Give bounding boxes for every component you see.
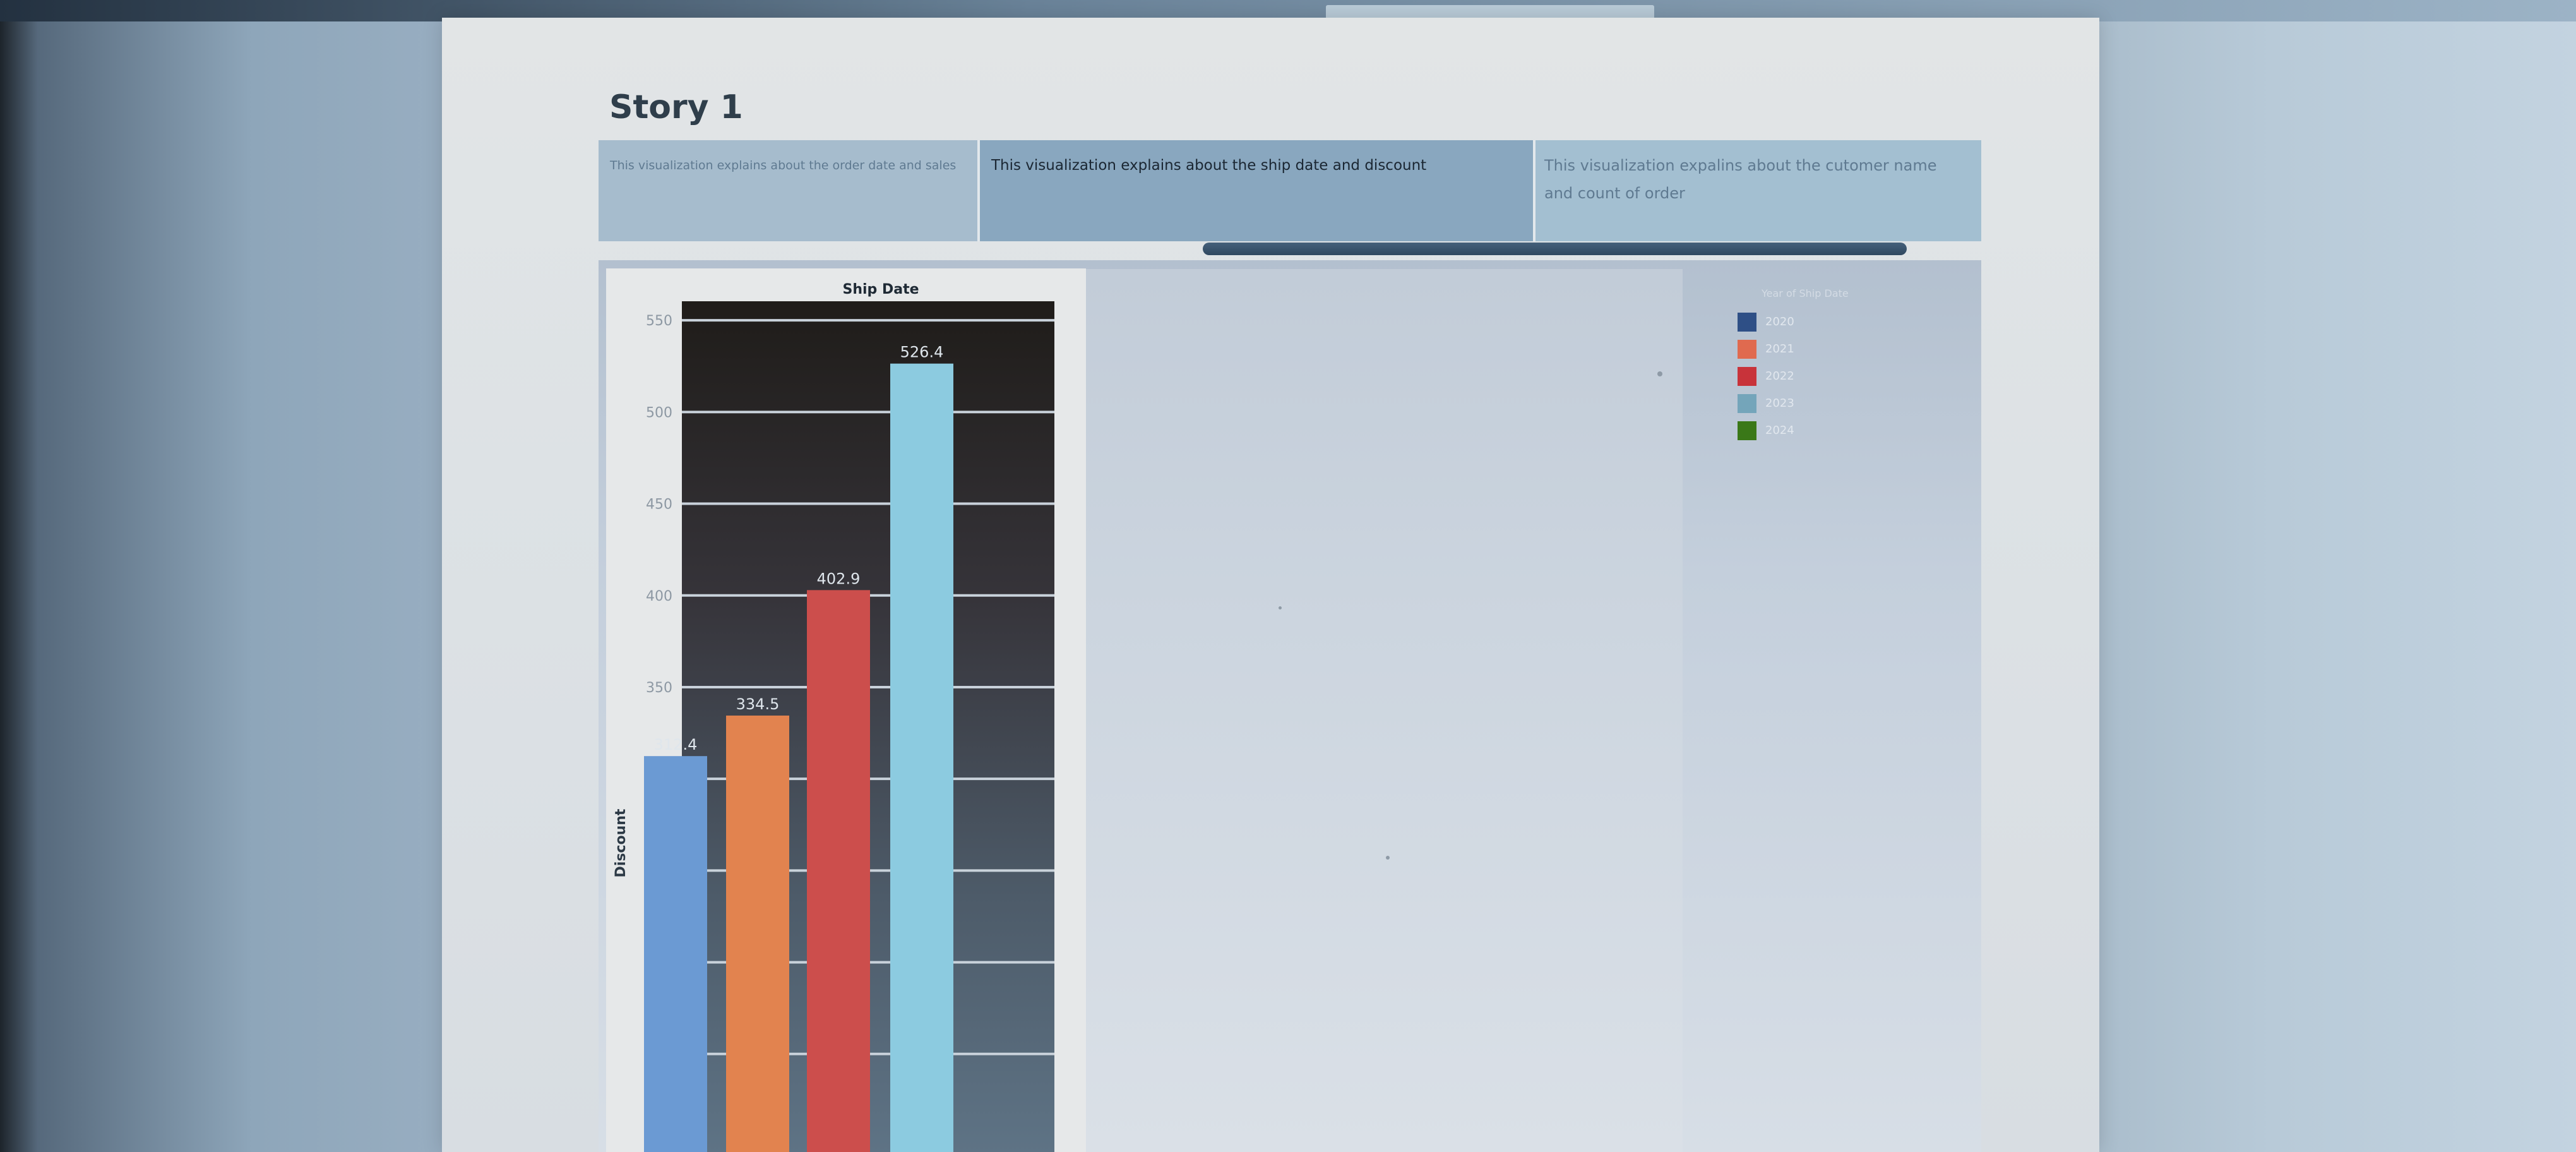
bar[interactable] [807, 590, 870, 1152]
story-point-customer-name[interactable]: This visualization expalins about the cu… [1533, 140, 1981, 241]
legend: Year of Ship Date 2020 2021 2022 2023 2024 [1738, 287, 1889, 452]
bar-data-label: 526.4 [900, 344, 944, 361]
y-tick-label: 500 [646, 405, 672, 421]
top-tab-indicator[interactable] [1326, 5, 1654, 19]
screen-speck [1657, 371, 1662, 376]
toolbar-icons[interactable]: ˜ ˜ ˜ [57, 0, 133, 9]
story-point-order-date[interactable]: This visualization explains about the or… [599, 140, 977, 241]
bar-data-label: 402.9 [817, 570, 861, 587]
legend-item-2020[interactable]: 2020 [1738, 310, 1889, 332]
story-title: Story 1 [609, 88, 743, 126]
story-navigator-scrollbar[interactable] [1203, 243, 1907, 255]
legend-label: 2021 [1765, 342, 1794, 356]
y-tick-label: 550 [646, 313, 672, 329]
screen-speck [1279, 606, 1282, 609]
nav-divider [977, 140, 980, 241]
legend-title: Year of Ship Date [1762, 287, 1849, 299]
screen-speck [1386, 856, 1390, 860]
legend-item-2021[interactable]: 2021 [1738, 337, 1889, 359]
ship-date-chart: Ship Date 150200250300350400450500550 31… [606, 268, 1086, 1152]
bar[interactable] [890, 363, 953, 1152]
bar-chart: Ship Date 150200250300350400450500550 31… [613, 282, 1054, 1152]
story-navigator: This visualization explains about the or… [599, 140, 1981, 241]
y-tick-label: 400 [646, 589, 672, 604]
legend-label: 2020 [1765, 315, 1794, 328]
bar[interactable] [726, 715, 789, 1152]
y-axis-label: Discount [613, 808, 629, 877]
chart-title: Ship Date [843, 282, 919, 297]
scrollbar-thumb[interactable] [1203, 243, 1907, 255]
legend-swatch [1738, 421, 1756, 440]
bar[interactable] [644, 756, 707, 1152]
legend-item-2022[interactable]: 2022 [1738, 364, 1889, 386]
nav-divider [1533, 140, 1535, 241]
y-tick-label: 350 [646, 680, 672, 696]
legend-swatch [1738, 394, 1756, 413]
story-point-ship-date[interactable]: This visualization explains about the sh… [977, 140, 1533, 241]
legend-label: 2022 [1765, 369, 1794, 383]
legend-label: 2023 [1765, 397, 1794, 410]
legend-label: 2024 [1765, 424, 1794, 437]
legend-item-2024[interactable]: 2024 [1738, 419, 1889, 440]
legend-item-2023[interactable]: 2023 [1738, 392, 1889, 413]
y-tick-label: 450 [646, 497, 672, 513]
bar-data-label: 312.4 [654, 736, 698, 753]
legend-swatch [1738, 340, 1756, 359]
legend-swatch [1738, 367, 1756, 386]
legend-swatch [1738, 313, 1756, 332]
bar-data-label: 334.5 [736, 695, 780, 713]
